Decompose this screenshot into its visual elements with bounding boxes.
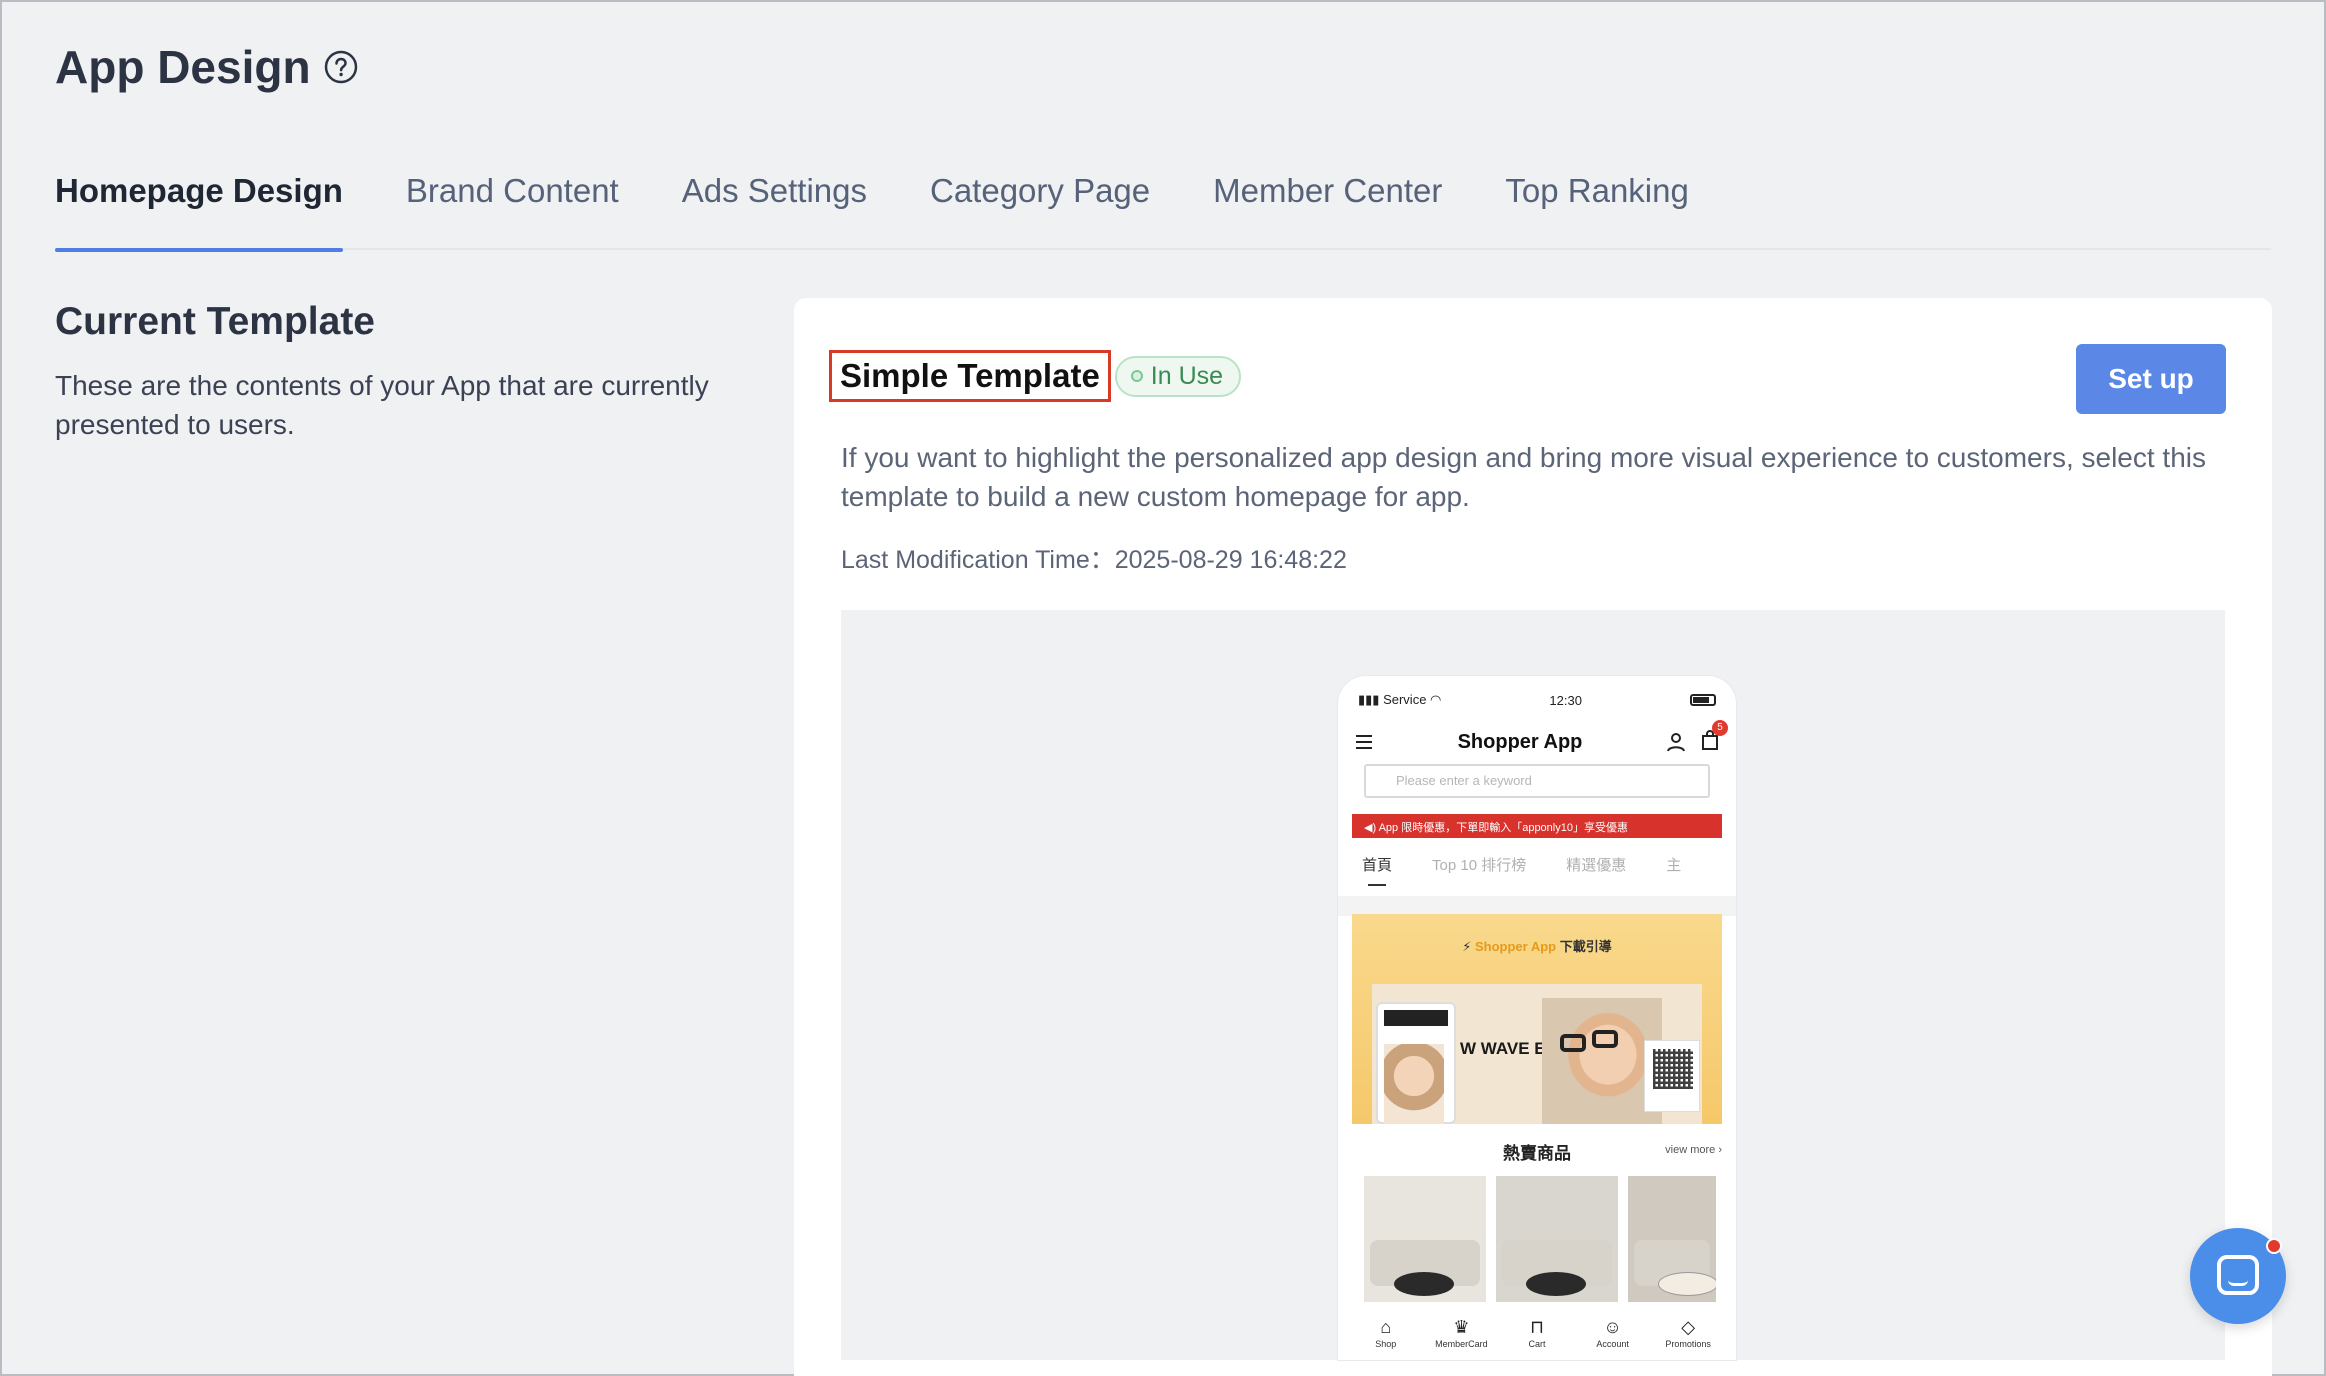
nav-promotions: ◇ Promotions — [1653, 1317, 1723, 1349]
tab-top-ranking[interactable]: Top Ranking — [1505, 160, 1688, 250]
nav-label: Cart — [1528, 1339, 1546, 1349]
section-heading: Current Template — [55, 300, 375, 343]
product-image — [1628, 1176, 1716, 1302]
template-name: Simple Template — [829, 350, 1111, 402]
app-tab: 精選優惠 — [1566, 857, 1627, 874]
glasses-image — [1592, 1030, 1618, 1048]
banner-title: ⚡ Shopper App 下載引導 — [1462, 939, 1612, 954]
user-icon — [1667, 733, 1685, 752]
app-title: Shopper App — [1457, 730, 1583, 753]
notification-dot — [2266, 1238, 2282, 1254]
app-tabs: 首頁 Top 10 排行榜 精選優惠 主 — [1362, 854, 1712, 890]
announcement-bar: ◀) App 限時優惠，下單即輸入「apponly10」享受優惠 — [1352, 814, 1722, 838]
banner-heading: 下載引導 — [1559, 939, 1612, 954]
tab-homepage-design[interactable]: Homepage Design — [55, 160, 343, 252]
chat-icon — [2217, 1255, 2259, 1295]
phone-mockup: ▮▮▮ Service ◠ 12:30 Shopper App 5 Please… — [1338, 676, 1736, 1360]
status-label: In Use — [1150, 361, 1224, 390]
crown-icon: ♛ — [1453, 1317, 1470, 1337]
app-tab: 首頁 — [1362, 854, 1392, 890]
section-description: These are the contents of your App that … — [55, 370, 709, 440]
nav-account: ☺ Account — [1578, 1317, 1648, 1349]
current-template-intro: Current Template These are the contents … — [55, 300, 755, 444]
template-card: Simple Template In Use Set up If you wan… — [794, 298, 2272, 1376]
divider — [1338, 896, 1736, 916]
app-search-box: Please enter a keyword — [1364, 764, 1710, 798]
view-more-link: view more › — [1665, 1144, 1722, 1156]
announcement-text: App 限時優惠，下單即輸入「apponly10」享受優惠 — [1378, 822, 1628, 834]
last-modified-label: Last Modification Time： — [841, 546, 1115, 574]
glasses-image — [1560, 1034, 1586, 1052]
banner-phone-image — [1376, 1002, 1456, 1124]
nav-label: Shop — [1375, 1339, 1397, 1349]
page-title-row: App Design — [55, 40, 359, 94]
product-image — [1496, 1176, 1618, 1302]
app-tab: Top 10 排行榜 — [1432, 857, 1527, 874]
user-icon: ☺ — [1603, 1317, 1622, 1337]
chat-launcher-button[interactable] — [2190, 1228, 2286, 1324]
page-title: App Design — [55, 41, 311, 93]
product-image — [1364, 1176, 1486, 1302]
hot-products-title: 熱賣商品 — [1503, 1143, 1571, 1163]
nav-label: Account — [1596, 1339, 1629, 1349]
cart: 5 — [1700, 719, 1728, 755]
tag-icon: ◇ — [1681, 1317, 1696, 1337]
phone-time: 12:30 — [1549, 692, 1582, 708]
cart-count-badge: 5 — [1712, 719, 1728, 736]
nav-shop: ⌂ Shop — [1351, 1317, 1421, 1349]
signal-icon: ▮▮▮ Service ◠ — [1358, 692, 1442, 707]
promo-banner: ⚡ Shopper App 下載引導 W WAVE EWEAR — [1352, 914, 1722, 1124]
header-icons: 5 — [1666, 719, 1728, 755]
last-modified-value: 2025-08-29 16:48:22 — [1114, 546, 1347, 574]
app-bottom-nav: ⌂ Shop ♛ MemberCard ⊓ Cart ☺ Account ◇ Promot… — [1338, 1306, 1736, 1360]
nav-label: MemberCard — [1435, 1339, 1488, 1349]
tab-category-page[interactable]: Category Page — [930, 160, 1150, 250]
carrier-label: Service — [1383, 692, 1427, 707]
product-list — [1364, 1176, 1726, 1302]
chat-smile-icon — [2228, 1280, 2248, 1286]
last-modified: Last Modification Time：2025-08-29 16:48:… — [841, 540, 1347, 576]
tab-brand-content[interactable]: Brand Content — [406, 160, 619, 250]
template-description: If you want to highlight the personalize… — [841, 442, 2206, 512]
tab-bar: Homepage Design Brand Content Ads Settin… — [55, 160, 2271, 252]
tab-ads-settings[interactable]: Ads Settings — [682, 160, 867, 250]
nav-label: Promotions — [1665, 1339, 1711, 1349]
setup-button[interactable]: Set up — [2076, 344, 2226, 414]
status-badge: In Use — [1114, 355, 1242, 397]
banner-brand: Shopper App — [1474, 939, 1557, 954]
app-header: Shopper App 5 — [1354, 719, 1728, 762]
template-preview: ▮▮▮ Service ◠ 12:30 Shopper App 5 Please… — [841, 610, 2225, 1360]
template-header: Simple Template In Use — [829, 350, 1242, 402]
nav-cart: ⊓ Cart — [1502, 1317, 1572, 1349]
bag-icon: ⊓ — [1529, 1317, 1544, 1337]
app-tab: 主 — [1666, 857, 1682, 874]
nav-membercard: ♛ MemberCard — [1426, 1317, 1496, 1349]
menu-icon — [1356, 735, 1372, 749]
qr-code-image — [1644, 1040, 1700, 1112]
hot-products-header: 熱賣商品 view more › — [1352, 1136, 1722, 1166]
home-icon: ⌂ — [1380, 1317, 1392, 1337]
battery-icon — [1689, 694, 1716, 706]
help-icon[interactable] — [323, 49, 359, 85]
phone-status-bar: ▮▮▮ Service ◠ 12:30 — [1358, 688, 1716, 712]
status-dot-icon — [1130, 370, 1143, 382]
tab-member-center[interactable]: Member Center — [1213, 160, 1442, 250]
